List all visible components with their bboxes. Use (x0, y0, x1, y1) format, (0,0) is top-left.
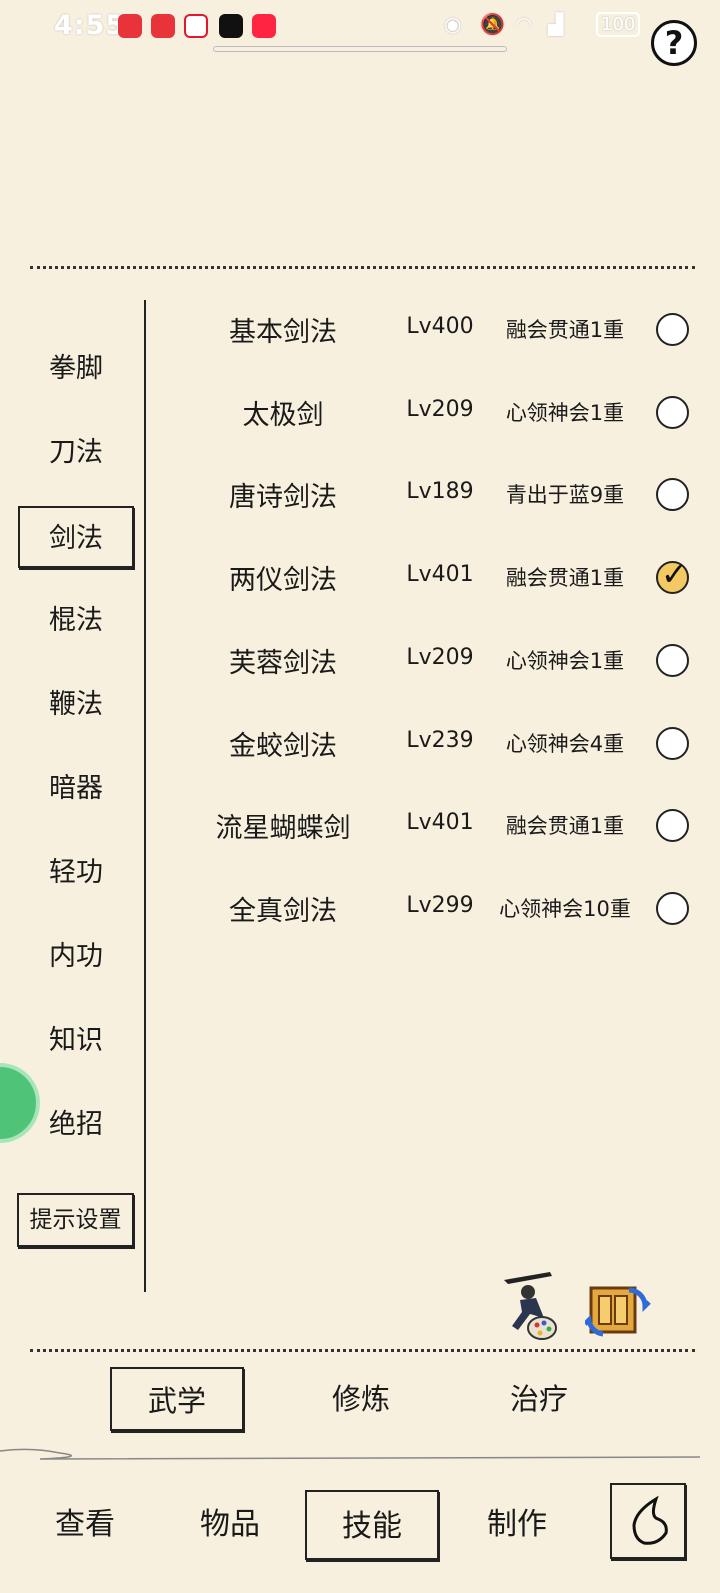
skill-row[interactable]: 全真剑法 Lv299 心领神会10重 (150, 877, 710, 937)
skill-select-checkbox[interactable] (656, 395, 689, 429)
skill-level: Lv189 (406, 479, 474, 505)
skill-rank: 心领神会1重 (505, 400, 625, 425)
skill-select-checkbox[interactable] (656, 726, 689, 760)
warrior-palette-icon[interactable] (494, 1268, 562, 1342)
category-tab[interactable]: 刀法 (18, 422, 134, 484)
skill-name: 全真剑法 (229, 895, 337, 927)
back-button[interactable] (610, 1483, 686, 1559)
skill-rank: 融会贯通1重 (505, 814, 625, 839)
skill-row[interactable]: 金蛟剑法 Lv239 心领神会4重 (150, 712, 710, 772)
skill-select-checkbox[interactable] (656, 643, 689, 677)
mute-icon: 🔕 (480, 12, 505, 36)
skill-rank: 青出于蓝9重 (505, 483, 625, 508)
skill-select-checkbox[interactable] (656, 891, 689, 925)
bottom-nav-tab[interactable]: 查看 (18, 1490, 152, 1560)
skill-row[interactable]: 流星蝴蝶剑 Lv401 融会贯通1重 (150, 794, 710, 854)
skill-level: Lv400 (406, 314, 474, 339)
bottom-nav-tab[interactable]: 物品 (163, 1490, 297, 1560)
signal-icon: ▟ (548, 12, 564, 36)
help-button[interactable]: ? (651, 20, 697, 66)
eye-icon: ◉ (444, 12, 462, 36)
tiktok-icon (219, 14, 243, 38)
huawei-app-icon (118, 14, 142, 38)
brush-stroke-divider (0, 1448, 701, 1460)
skill-level: Lv209 (406, 396, 474, 422)
skill-level: Lv299 (406, 892, 474, 918)
skill-select-checkbox[interactable] (656, 809, 689, 843)
skill-row[interactable]: 基本剑法 Lv400 融会贯通1重 (150, 298, 710, 358)
skill-select-checkbox[interactable] (656, 478, 689, 512)
weibo-icon (184, 14, 208, 38)
skill-level: Lv401 (406, 562, 474, 588)
skill-select-checkbox[interactable]: ✓ (656, 555, 689, 595)
subtab[interactable]: 武学 (110, 1367, 244, 1431)
skill-select-checkbox[interactable] (656, 313, 689, 346)
scroll-swap-icon[interactable] (585, 1280, 653, 1340)
bottom-nav-tab[interactable]: 制作 (450, 1490, 584, 1560)
skill-row[interactable]: 芙蓉剑法 Lv209 心领神会1重 (150, 629, 710, 689)
skill-name: 基本剑法 (229, 317, 337, 348)
category-tab[interactable]: 棍法 (18, 590, 134, 652)
skill-row[interactable]: 唐诗剑法 Lv189 青出于蓝9重 (150, 463, 710, 523)
swipe-bar[interactable] (213, 46, 507, 52)
skill-rank: 心领神会1重 (505, 648, 625, 673)
skill-level: Lv239 (406, 727, 474, 753)
skill-row[interactable]: 两仪剑法 Lv401 融会贯通1重 ✓ (150, 546, 710, 606)
wifi-icon: ◠ (515, 12, 533, 36)
skill-row[interactable]: 太极剑 Lv209 心领神会1重 (150, 381, 710, 441)
category-tab[interactable]: 鞭法 (18, 674, 134, 736)
status-bar: 4:55 ◉ 🔕 ◠ ▟ 100 (0, 0, 720, 52)
subtab[interactable]: 治疗 (472, 1367, 606, 1431)
category-tab[interactable]: 知识 (18, 1010, 134, 1072)
subtab[interactable]: 修炼 (294, 1367, 428, 1431)
checkmark-icon: ✓ (661, 555, 688, 594)
skill-name: 芙蓉剑法 (229, 647, 337, 679)
category-tab[interactable]: 拳脚 (18, 338, 134, 400)
battery-icon: 100 (596, 12, 641, 37)
category-tab[interactable]: 暗器 (18, 758, 134, 820)
skill-rank: 心领神会4重 (505, 731, 625, 756)
hint-settings-button[interactable]: 提示设置 (17, 1193, 134, 1247)
skill-name: 两仪剑法 (229, 565, 337, 597)
skill-name: 唐诗剑法 (229, 482, 337, 514)
category-tab[interactable]: 轻功 (18, 842, 134, 904)
divider-bottom (30, 1349, 695, 1352)
status-time: 4:55 (54, 10, 126, 41)
skill-level: Lv401 (406, 810, 474, 836)
skill-rank: 心领神会10重 (499, 896, 631, 921)
category-tab[interactable]: 剑法 (18, 506, 134, 568)
skill-rank: 融会贯通1重 (505, 566, 625, 591)
skill-name: 金蛟剑法 (229, 730, 337, 762)
category-tab[interactable]: 内功 (18, 926, 134, 988)
xiaohongshu-icon (252, 14, 276, 38)
skill-name: 太极剑 (242, 399, 324, 431)
skill-rank: 融会贯通1重 (505, 318, 625, 342)
huawei-app-icon (151, 14, 175, 38)
divider-top (30, 266, 695, 269)
bottom-nav-tab[interactable]: 技能 (305, 1490, 439, 1560)
back-arrow-icon (632, 1495, 668, 1545)
sidebar-divider (144, 300, 146, 1292)
skill-name: 流星蝴蝶剑 (215, 813, 351, 845)
skill-level: Lv209 (406, 644, 474, 670)
